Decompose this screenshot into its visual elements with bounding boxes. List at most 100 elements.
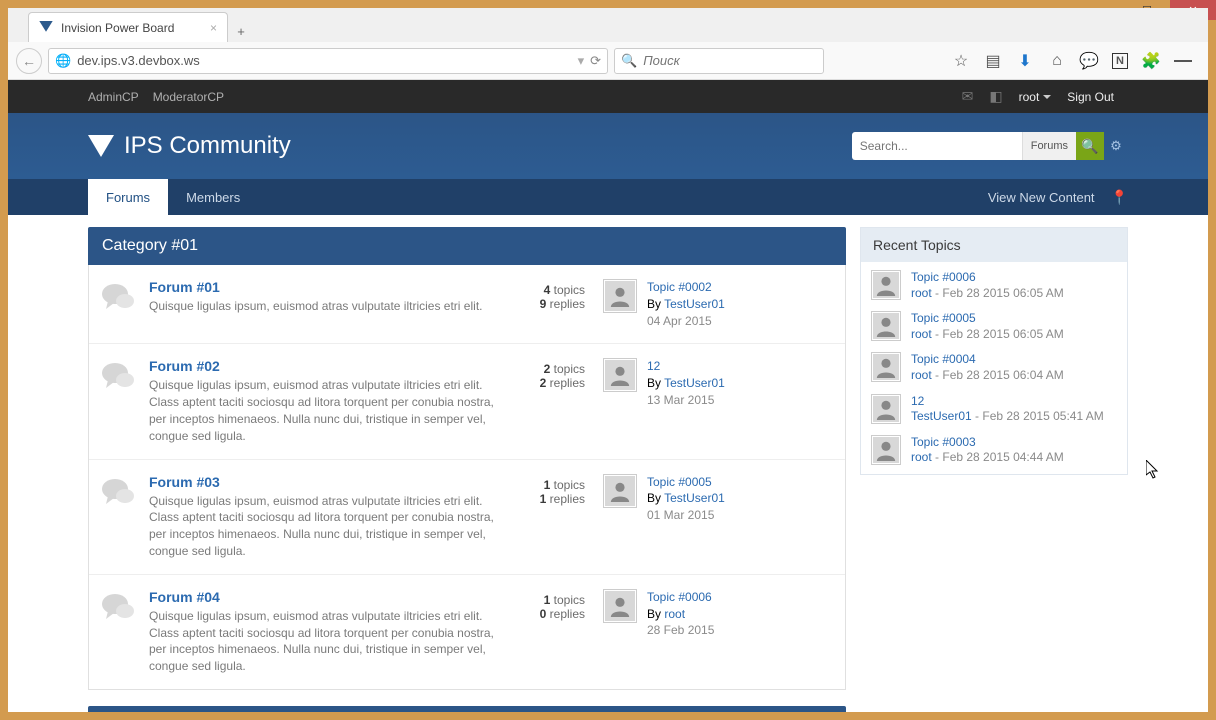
forum-status-icon <box>95 589 141 675</box>
caret-down-icon <box>1043 95 1051 99</box>
address-bar[interactable]: 🌐 ▾ ⟳ <box>48 48 608 74</box>
browser-search-box[interactable]: 🔍 <box>614 48 824 74</box>
recent-topic-link[interactable]: 12 <box>911 394 1104 410</box>
home-icon[interactable]: ⌂ <box>1048 52 1066 70</box>
forum-status-icon <box>95 358 141 444</box>
recent-topic-date: Feb 28 2015 06:04 AM <box>942 368 1063 382</box>
recent-topic-date: Feb 28 2015 04:44 AM <box>942 450 1063 464</box>
browser-menu-button[interactable] <box>1174 52 1192 70</box>
forum-row: Forum #04 Quisque ligulas ipsum, euismod … <box>89 575 845 689</box>
last-post-author: By TestUser01 <box>647 296 725 313</box>
recent-topic-user-link[interactable]: root <box>911 327 932 341</box>
forum-stats: 2 topics2 replies <box>513 358 585 444</box>
forum-status-icon <box>95 474 141 560</box>
signout-link[interactable]: Sign Out <box>1067 90 1114 104</box>
recent-topic-date: Feb 28 2015 06:05 AM <box>942 327 1063 341</box>
last-post-avatar[interactable] <box>603 358 637 392</box>
recent-topic-date: Feb 28 2015 06:05 AM <box>942 286 1063 300</box>
tab-favicon-icon <box>39 21 53 35</box>
downloads-icon[interactable]: ⬇ <box>1016 52 1034 70</box>
forum-description: Quisque ligulas ipsum, euismod atras vul… <box>149 377 505 444</box>
extension-puzzle-icon[interactable]: 🧩 <box>1142 52 1160 70</box>
last-post-topic-link[interactable]: Topic #0002 <box>647 279 725 296</box>
recent-topic-link[interactable]: Topic #0003 <box>911 435 1064 451</box>
last-post-author: By TestUser01 <box>647 490 725 507</box>
last-post-avatar[interactable] <box>603 279 637 313</box>
brand-logo[interactable]: IPS Community <box>88 132 291 160</box>
forum-title-link[interactable]: Forum #03 <box>149 474 505 490</box>
recent-topic-item: 12TestUser01 - Feb 28 2015 05:41 AM <box>871 394 1117 425</box>
last-post-topic-link[interactable]: 12 <box>647 358 725 375</box>
forum-stats: 4 topics9 replies <box>513 279 585 329</box>
recent-topic-avatar[interactable] <box>871 352 901 382</box>
new-tab-button[interactable]: + <box>228 20 254 42</box>
recent-topic-item: Topic #0005root - Feb 28 2015 06:05 AM <box>871 311 1117 342</box>
close-tab-icon[interactable]: × <box>210 21 217 35</box>
nav-tab-forums[interactable]: Forums <box>88 179 168 215</box>
recent-topic-link[interactable]: Topic #0004 <box>911 352 1064 368</box>
recent-topic-user-link[interactable]: root <box>911 368 932 382</box>
view-new-content-link[interactable]: View New Content <box>988 190 1095 205</box>
reload-icon[interactable]: ⟳ <box>590 53 601 69</box>
last-post-date: 04 Apr 2015 <box>647 313 725 330</box>
forum-description: Quisque ligulas ipsum, euismod atras vul… <box>149 608 505 675</box>
reader-mode-icon[interactable]: ▾ <box>578 53 585 69</box>
last-post-avatar[interactable] <box>603 589 637 623</box>
admincp-link[interactable]: AdminCP <box>88 90 139 104</box>
forum-title-link[interactable]: Forum #02 <box>149 358 505 374</box>
recent-topic-avatar[interactable] <box>871 394 901 424</box>
recent-topic-user-link[interactable]: root <box>911 450 932 464</box>
forum-row: Forum #02 Quisque ligulas ipsum, euismod … <box>89 344 845 459</box>
site-search-input[interactable] <box>852 132 1022 160</box>
nav-tab-members[interactable]: Members <box>168 179 258 215</box>
magnifier-icon: 🔍 <box>621 53 637 69</box>
brand-mark-icon <box>88 135 114 157</box>
forum-row: Forum #01Quisque ligulas ipsum, euismod … <box>89 265 845 344</box>
inbox-icon[interactable]: ✉ <box>962 88 974 105</box>
last-post-date: 13 Mar 2015 <box>647 392 725 409</box>
location-pin-icon[interactable]: 📍 <box>1111 189 1128 206</box>
search-submit-button[interactable]: 🔍 <box>1076 132 1104 160</box>
category-header[interactable]: Category #02 <box>88 706 846 712</box>
last-post-avatar[interactable] <box>603 474 637 508</box>
recent-topic-link[interactable]: Topic #0006 <box>911 270 1064 286</box>
recent-topics-header: Recent Topics <box>861 228 1127 262</box>
last-post-date: 01 Mar 2015 <box>647 507 725 524</box>
last-post-date: 28 Feb 2015 <box>647 622 714 639</box>
forum-status-icon <box>95 279 141 329</box>
bookmark-star-icon[interactable]: ☆ <box>952 52 970 70</box>
forum-stats: 1 topics1 replies <box>513 474 585 560</box>
category-header[interactable]: Category #01 <box>88 227 846 265</box>
browser-tab-active[interactable]: Invision Power Board × <box>28 12 228 42</box>
recent-topic-avatar[interactable] <box>871 311 901 341</box>
notifications-icon[interactable]: ◧ <box>989 88 1002 105</box>
last-post-author: By root <box>647 606 714 623</box>
chat-icon[interactable]: 💬 <box>1080 52 1098 70</box>
browser-tab-title: Invision Power Board <box>61 21 174 35</box>
browser-search-input[interactable] <box>643 53 821 68</box>
forum-title-link[interactable]: Forum #04 <box>149 589 505 605</box>
reading-list-icon[interactable]: ▤ <box>984 52 1002 70</box>
recent-topic-avatar[interactable] <box>871 435 901 465</box>
recent-topic-avatar[interactable] <box>871 270 901 300</box>
recent-topic-user-link[interactable]: TestUser01 <box>911 409 972 423</box>
recent-topic-date: Feb 28 2015 05:41 AM <box>982 409 1103 423</box>
forum-row: Forum #03Quisque ligulas ipsum, euismod … <box>89 460 845 575</box>
url-input[interactable] <box>77 53 571 68</box>
nav-back-button[interactable]: ← <box>16 48 42 74</box>
user-menu[interactable]: root <box>1019 90 1052 104</box>
forum-title-link[interactable]: Forum #01 <box>149 279 505 295</box>
extension-n-icon[interactable]: N <box>1112 53 1128 69</box>
last-post-topic-link[interactable]: Topic #0006 <box>647 589 714 606</box>
brand-title: IPS Community <box>124 132 291 160</box>
globe-icon: 🌐 <box>55 53 71 69</box>
search-settings-icon[interactable]: ⚙ <box>1104 138 1128 154</box>
recent-topic-user-link[interactable]: root <box>911 286 932 300</box>
search-scope-dropdown[interactable]: Forums <box>1022 132 1076 160</box>
recent-topic-item: Topic #0003root - Feb 28 2015 04:44 AM <box>871 435 1117 466</box>
recent-topic-item: Topic #0006root - Feb 28 2015 06:05 AM <box>871 270 1117 301</box>
recent-topic-link[interactable]: Topic #0005 <box>911 311 1064 327</box>
forum-stats: 1 topics0 replies <box>513 589 585 675</box>
last-post-topic-link[interactable]: Topic #0005 <box>647 474 725 491</box>
moderatorcp-link[interactable]: ModeratorCP <box>153 90 224 104</box>
